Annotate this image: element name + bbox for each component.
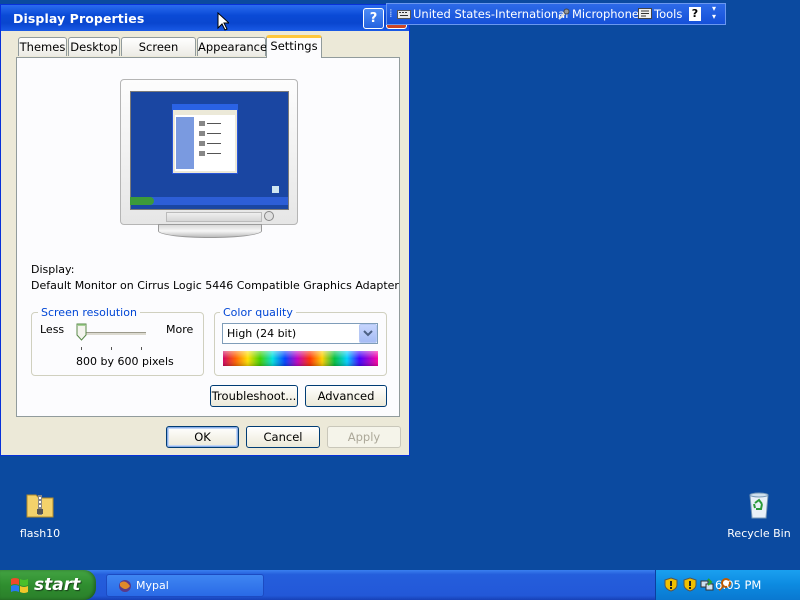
tab-appearance[interactable]: Appearance [197, 37, 267, 56]
taskbar-button-label: Mypal [136, 579, 169, 592]
keyboard-icon [397, 9, 411, 23]
preview-window-title [172, 104, 238, 110]
microphone-icon [557, 8, 570, 24]
color-spectrum-bar [223, 351, 378, 366]
desktop-icon-flash10[interactable]: flash10 [5, 489, 75, 540]
network-icon[interactable] [700, 577, 714, 592]
tab-desktop[interactable]: Desktop [68, 37, 120, 56]
resolution-slider-thumb[interactable] [76, 323, 87, 341]
tab-screen-saver[interactable]: Screen Saver [121, 37, 196, 72]
monitor-stand [158, 224, 262, 238]
desktop-icon-recycle-bin[interactable]: Recycle Bin [724, 489, 794, 540]
tools-icon [638, 8, 652, 23]
color-quality-selected: High (24 bit) [227, 327, 297, 340]
color-quality-legend: Color quality [220, 306, 296, 319]
desktop-icon-label: Recycle Bin [727, 527, 791, 540]
monitor-power-button [264, 211, 274, 221]
preview-window [172, 104, 238, 174]
resolution-value: 800 by 600 pixels [76, 355, 174, 368]
language-bar-grip[interactable]: ⁞ [389, 6, 393, 20]
desktop-icon-label: flash10 [19, 527, 61, 540]
language-selector[interactable]: United States-International [413, 7, 568, 21]
display-value: Default Monitor on Cirrus Logic 5446 Com… [31, 279, 399, 292]
tab-themes[interactable]: Themes [18, 37, 67, 56]
security-alert-icon[interactable] [683, 577, 697, 592]
monitor-bezel-strip [166, 212, 262, 222]
preview-recycle-icon [272, 186, 279, 193]
less-label: Less [40, 323, 65, 336]
slider-tick [81, 347, 82, 350]
tools-button[interactable]: Tools [654, 7, 682, 21]
screen-resolution-legend: Screen resolution [38, 306, 140, 319]
title-bar[interactable]: Display Properties ? × [1, 5, 409, 31]
cancel-button[interactable]: Cancel [246, 426, 320, 448]
help-icon[interactable]: ? [689, 7, 701, 21]
taskbar-button-mypal[interactable]: Mypal [106, 574, 264, 597]
start-label: start [34, 575, 81, 595]
apply-button[interactable]: Apply [327, 426, 401, 448]
mypal-icon [117, 578, 133, 597]
mouse-cursor-icon [217, 11, 231, 35]
slider-tick [111, 347, 112, 350]
slider-tick [141, 347, 142, 350]
troubleshoot-button[interactable]: Troubleshoot... [210, 385, 298, 407]
windows-logo-icon [10, 576, 30, 597]
microphone-button[interactable]: Microphone [572, 7, 639, 21]
language-bar: ⁞ United States-International Microphone… [386, 3, 726, 25]
more-label: More [166, 323, 194, 336]
clock: 6:05 PM [715, 578, 762, 592]
window-title: Display Properties [13, 11, 145, 26]
language-bar-options-icon[interactable]: ▾ ▾ [712, 5, 716, 21]
chevron-down-icon[interactable] [359, 324, 377, 343]
display-label: Display: [31, 263, 75, 276]
security-shield-icon[interactable] [664, 577, 678, 592]
color-quality-select[interactable]: High (24 bit) [222, 323, 378, 344]
tab-settings[interactable]: Settings [266, 35, 322, 58]
resolution-slider-track[interactable] [80, 332, 146, 335]
help-button[interactable]: ? [363, 8, 384, 29]
recycle-bin-icon [743, 489, 775, 521]
preview-start-button [130, 197, 154, 205]
zip-folder-icon [24, 489, 56, 521]
ok-button[interactable]: OK [166, 426, 239, 448]
advanced-button[interactable]: Advanced [305, 385, 387, 407]
